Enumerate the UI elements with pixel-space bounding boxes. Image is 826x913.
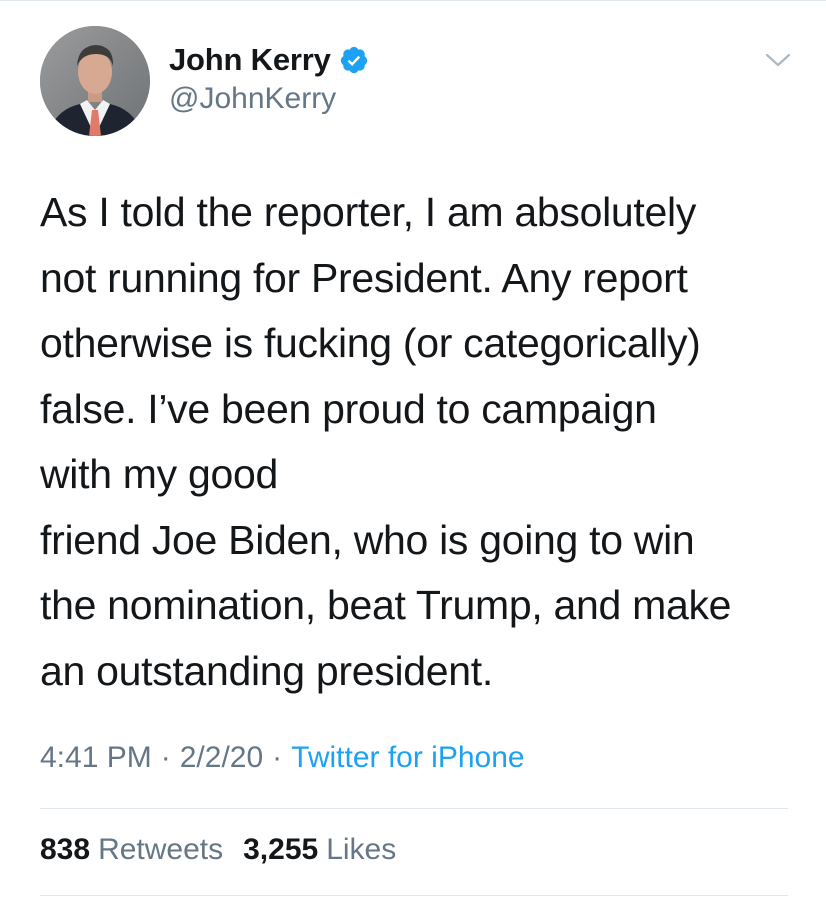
retweets-label: Retweets — [98, 833, 224, 866]
author-handle[interactable]: @JohnKerry — [169, 82, 336, 116]
retweets-stat[interactable]: 838 Retweets — [40, 833, 223, 867]
display-name[interactable]: John Kerry — [169, 42, 331, 78]
meta-separator: · — [160, 741, 171, 774]
likes-count: 3,255 — [243, 833, 319, 866]
top-border — [0, 0, 826, 1]
tweet-date[interactable]: 2/2/20 — [180, 741, 263, 775]
divider — [40, 895, 788, 896]
avatar-photo — [40, 26, 150, 136]
divider — [40, 808, 788, 809]
likes-stat[interactable]: 3,255 Likes — [243, 833, 396, 867]
tweet-stats: 838 Retweets 3,255 Likes — [40, 833, 416, 867]
author-name-row: John Kerry — [169, 42, 369, 78]
meta-separator: · — [272, 741, 283, 774]
tweet-source-link[interactable]: Twitter for iPhone — [291, 741, 524, 775]
chevron-down-icon[interactable] — [762, 48, 794, 72]
tweet-meta: 4:41 PM · 2/2/20 · Twitter for iPhone — [40, 741, 525, 775]
tweet-text: As I told the reporter, I am absolutely … — [40, 189, 732, 694]
tweet-time[interactable]: 4:41 PM — [40, 741, 152, 775]
likes-label: Likes — [326, 833, 397, 866]
avatar[interactable] — [40, 26, 150, 136]
retweets-count: 838 — [40, 833, 91, 866]
verified-badge-icon — [340, 46, 367, 74]
